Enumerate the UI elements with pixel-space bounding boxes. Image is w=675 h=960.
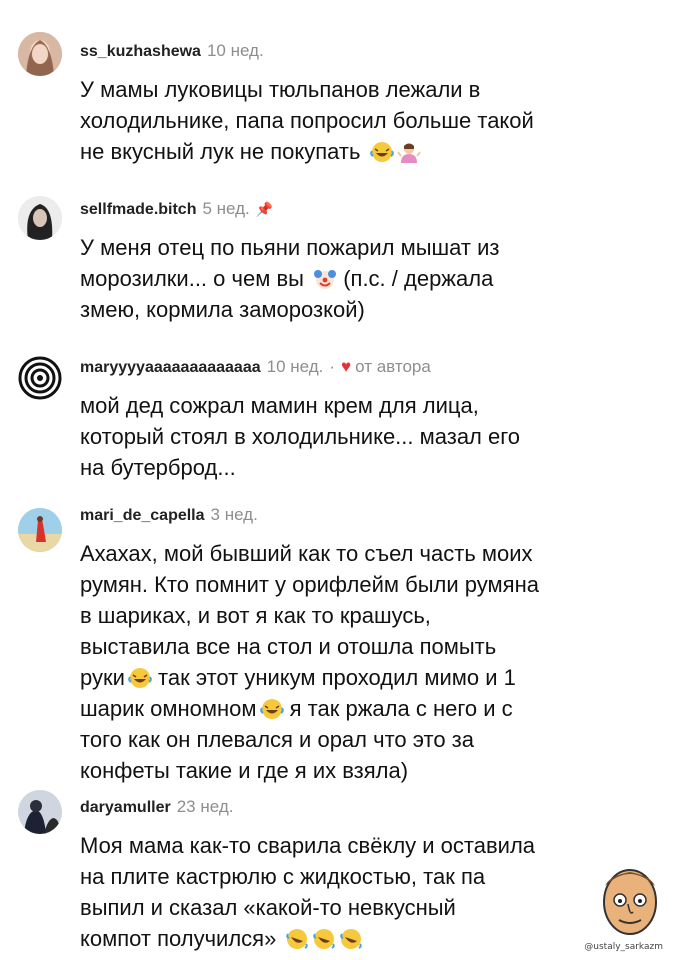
avatar[interactable]: [18, 508, 62, 552]
timestamp: 5 нед.: [202, 199, 250, 218]
comment-meta: ss_kuzhashewa 10 нед.: [80, 40, 264, 63]
pin-icon: 📌: [255, 201, 274, 217]
shrug-icon: [396, 140, 421, 163]
laughing-icon: [259, 697, 284, 719]
watermark-text: @ustaly_sarkazm: [584, 942, 663, 952]
rofl-icon: [285, 927, 309, 949]
comment-text: У меня отец по пьяни пожарил мышат из мо…: [80, 235, 500, 322]
laughing-icon: [128, 666, 152, 688]
comment-meta: sellfmade.bitch 5 нед. 📌: [80, 198, 273, 221]
author-tag: от автора: [355, 357, 431, 376]
comment-meta: mari_de_capella 3 нед.: [80, 504, 258, 527]
avatar[interactable]: [18, 790, 62, 834]
comment-meta: daryamuller 23 нед.: [80, 796, 233, 819]
timestamp: 23 нед.: [176, 797, 234, 816]
watermark-logo: @ustaly_sarkazm: [584, 864, 669, 954]
timestamp: 10 нед.: [266, 357, 324, 376]
comment-text: У мамы луковицы тюльпанов лежали в холод…: [80, 77, 534, 164]
avatar[interactable]: [18, 32, 62, 76]
comment-text: Ахахах, мой бывший как то съел часть мои…: [80, 541, 539, 783]
timestamp: 10 нед.: [206, 41, 264, 60]
clown-icon: [313, 267, 337, 289]
comment-meta: maryyyyaaaaaaaaaaaaa 10 нед. · ♥ от автора: [80, 357, 431, 376]
heart-icon: ♥: [341, 357, 352, 376]
timestamp: 3 нед.: [210, 505, 258, 524]
comment-text: Моя мама как-то сварила свёклу и оставил…: [80, 833, 536, 951]
comment-text: мой дед сожрал мамин крем для лица, кото…: [80, 393, 521, 480]
username[interactable]: sellfmade.bitch: [80, 201, 196, 218]
avatar[interactable]: [18, 196, 62, 240]
username[interactable]: daryamuller: [80, 799, 171, 816]
rofl-icon: [312, 927, 336, 949]
username[interactable]: maryyyyaaaaaaaaaaaaa: [80, 359, 261, 376]
rofl-icon: [339, 927, 363, 949]
laughing-icon: [369, 140, 394, 162]
avatar[interactable]: [18, 356, 62, 400]
username[interactable]: ss_kuzhashewa: [80, 43, 201, 60]
username[interactable]: mari_de_capella: [80, 507, 205, 524]
